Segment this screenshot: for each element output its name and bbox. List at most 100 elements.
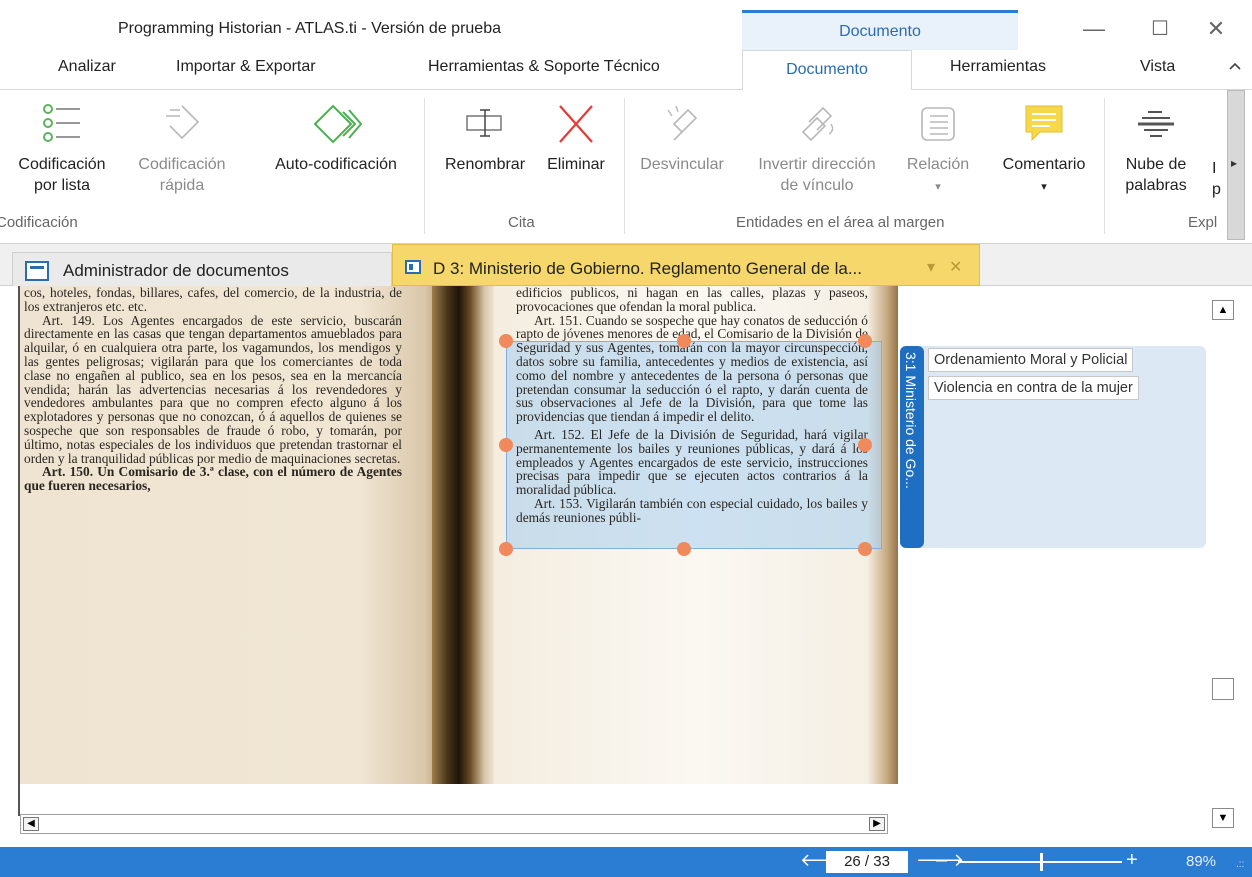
selection-handle[interactable] bbox=[677, 542, 691, 556]
margin-checkbox[interactable] bbox=[1212, 678, 1234, 700]
relation-icon bbox=[902, 102, 974, 146]
quotation-tag-label: 3:1 Ministerio de Go... bbox=[903, 352, 919, 489]
reverse-link-label-2: de vínculo bbox=[780, 177, 854, 194]
reverse-link-button[interactable]: Invertir dirección de vínculo bbox=[736, 96, 898, 196]
context-tab-label: Documento bbox=[839, 23, 921, 40]
word-cloud-label-1: Nube de bbox=[1125, 156, 1187, 173]
tab-vista[interactable]: Vista bbox=[1140, 58, 1175, 76]
scroll-down-button[interactable]: ▼ bbox=[1212, 808, 1234, 828]
relation-dropdown-icon: ▾ bbox=[935, 181, 941, 193]
group-label-cita: Cita bbox=[508, 214, 535, 231]
selection-handle[interactable] bbox=[858, 438, 872, 452]
reverse-link-label-1: Invertir dirección bbox=[758, 156, 876, 173]
menu-bar: Analizar Importar & Exportar Herramienta… bbox=[0, 50, 1252, 91]
group-label-codificacion: Codificación bbox=[0, 214, 78, 231]
zoom-slider[interactable] bbox=[958, 853, 1122, 871]
cut-button-label-2: p bbox=[1212, 181, 1221, 198]
code-list-label-1: Codificación bbox=[18, 156, 106, 173]
selection-handle[interactable] bbox=[499, 542, 513, 556]
auto-code-icon bbox=[252, 102, 420, 146]
scroll-right-button[interactable]: ▶ bbox=[869, 817, 885, 831]
unlink-button[interactable]: Desvincular bbox=[628, 96, 736, 175]
page-number-field[interactable]: 26 / 33 bbox=[826, 851, 908, 873]
paragraph-art-150: Art. 150. Un Comisario de 3.ª clase, con… bbox=[24, 464, 402, 494]
zoom-slider-thumb[interactable] bbox=[1040, 853, 1043, 871]
tab-document[interactable]: D 3: Ministerio de Gobierno. Reglamento … bbox=[392, 244, 980, 286]
relation-label: Relación bbox=[906, 156, 970, 173]
tab-document-manager[interactable]: Administrador de documentos bbox=[12, 252, 392, 286]
group-separator bbox=[624, 98, 625, 234]
comment-icon bbox=[984, 102, 1104, 146]
code-chip-ordenamiento[interactable]: Ordenamiento Moral y Policial bbox=[928, 348, 1134, 372]
group-separator bbox=[1104, 98, 1105, 234]
minimize-button[interactable]: — bbox=[1074, 14, 1114, 44]
title-bar: Programming Historian - ATLAS.ti - Versi… bbox=[0, 0, 1252, 50]
delete-icon bbox=[534, 102, 618, 146]
scroll-left-button[interactable]: ◀ bbox=[23, 817, 39, 831]
cut-button-label-1: I bbox=[1212, 160, 1217, 177]
paragraph: cos, hoteles, fondas, billares, cafes, d… bbox=[24, 286, 402, 314]
code-list-button[interactable]: Codificación por lista bbox=[6, 96, 118, 196]
scroll-up-button[interactable]: ▲ bbox=[1212, 300, 1234, 320]
paragraph-art-151[interactable]: Art. 151. Cuando se sospeche que hay con… bbox=[516, 313, 868, 424]
paragraph-art-149: Art. 149. Los Agentes encargados de este… bbox=[24, 312, 402, 466]
document-tab-label: D 3: Ministerio de Gobierno. Reglamento … bbox=[433, 259, 863, 278]
auto-code-label: Auto-codificación bbox=[275, 156, 397, 173]
document-manager-label: Administrador de documentos bbox=[63, 261, 289, 280]
ribbon: Codificación por lista Codificación rápi… bbox=[0, 90, 1252, 244]
delete-button[interactable]: Eliminar bbox=[534, 96, 618, 175]
zoom-in-button[interactable]: + bbox=[1126, 849, 1138, 872]
tab-herramientas-soporte[interactable]: Herramientas & Soporte Técnico bbox=[428, 58, 660, 76]
tab-importar-exportar[interactable]: Importar & Exportar bbox=[176, 58, 316, 76]
group-label-entidades: Entidades en el área al margen bbox=[736, 214, 945, 231]
code-list-icon bbox=[6, 102, 118, 146]
quotation-tag[interactable]: 3:1 Ministerio de Go... bbox=[900, 346, 924, 548]
relation-button[interactable]: Relación ▾ bbox=[902, 96, 974, 198]
reverse-link-icon bbox=[736, 102, 898, 146]
zoom-out-button[interactable]: – bbox=[936, 849, 947, 872]
delete-label: Eliminar bbox=[547, 156, 605, 173]
rename-button[interactable]: Renombrar bbox=[430, 96, 540, 175]
rename-icon bbox=[430, 102, 540, 146]
unlink-label: Desvincular bbox=[640, 156, 724, 173]
word-cloud-button[interactable]: Nube de palabras bbox=[1114, 96, 1198, 196]
selection-handle[interactable] bbox=[858, 542, 872, 556]
close-button[interactable]: ✕ bbox=[1196, 14, 1236, 44]
word-cloud-icon bbox=[1114, 102, 1198, 146]
document-area: cos, hoteles, fondas, billares, cafes, d… bbox=[0, 286, 1252, 847]
scan-spine bbox=[432, 286, 496, 784]
auto-code-button[interactable]: Auto-codificación bbox=[252, 96, 420, 175]
tab-herramientas[interactable]: Herramientas bbox=[950, 58, 1046, 76]
tab-documento[interactable]: Documento bbox=[742, 50, 912, 91]
code-list-label-2: por lista bbox=[33, 177, 91, 194]
comment-dropdown-icon: ▾ bbox=[1041, 181, 1047, 193]
comment-button[interactable]: Comentario ▾ bbox=[984, 96, 1104, 198]
selection-handle[interactable] bbox=[499, 334, 513, 348]
horizontal-scrollbar[interactable]: ◀ ▶ bbox=[20, 814, 888, 834]
word-cloud-label-2: palabras bbox=[1125, 177, 1187, 194]
maximize-button[interactable]: ☐ bbox=[1140, 14, 1180, 44]
document-page: cos, hoteles, fondas, billares, cafes, d… bbox=[18, 286, 898, 816]
quick-code-label-2: rápida bbox=[159, 177, 205, 194]
paragraph-art-153: Art. 153. Vigilarán también con especial… bbox=[516, 495, 868, 525]
tab-dropdown-icon[interactable]: ▾ bbox=[927, 257, 935, 277]
tab-close-icon[interactable]: ✕ bbox=[949, 257, 962, 277]
document-icon bbox=[405, 260, 421, 274]
left-page-text: cos, hoteles, fondas, billares, cafes, d… bbox=[24, 286, 402, 493]
ribbon-more-icon[interactable]: ▸ bbox=[1231, 156, 1237, 170]
unlink-icon bbox=[628, 102, 736, 146]
comment-label: Comentario bbox=[1002, 156, 1086, 173]
selection-handle[interactable] bbox=[499, 438, 513, 452]
resize-grip-icon[interactable]: .:: bbox=[1236, 859, 1244, 870]
quick-code-label-1: Codificación bbox=[138, 156, 226, 173]
selection-handle[interactable] bbox=[858, 334, 872, 348]
group-separator bbox=[424, 98, 425, 234]
tab-analizar[interactable]: Analizar bbox=[58, 58, 116, 76]
code-chip-violencia[interactable]: Violencia en contra de la mujer bbox=[928, 376, 1139, 400]
group-label-explorar: Expl bbox=[1188, 214, 1218, 231]
context-tab-header: Documento bbox=[742, 10, 1018, 50]
rename-label: Renombrar bbox=[444, 156, 526, 173]
chevron-up-icon[interactable] bbox=[1228, 58, 1242, 74]
quick-code-button[interactable]: Codificación rápida bbox=[126, 96, 238, 196]
selection-handle[interactable] bbox=[677, 334, 691, 348]
